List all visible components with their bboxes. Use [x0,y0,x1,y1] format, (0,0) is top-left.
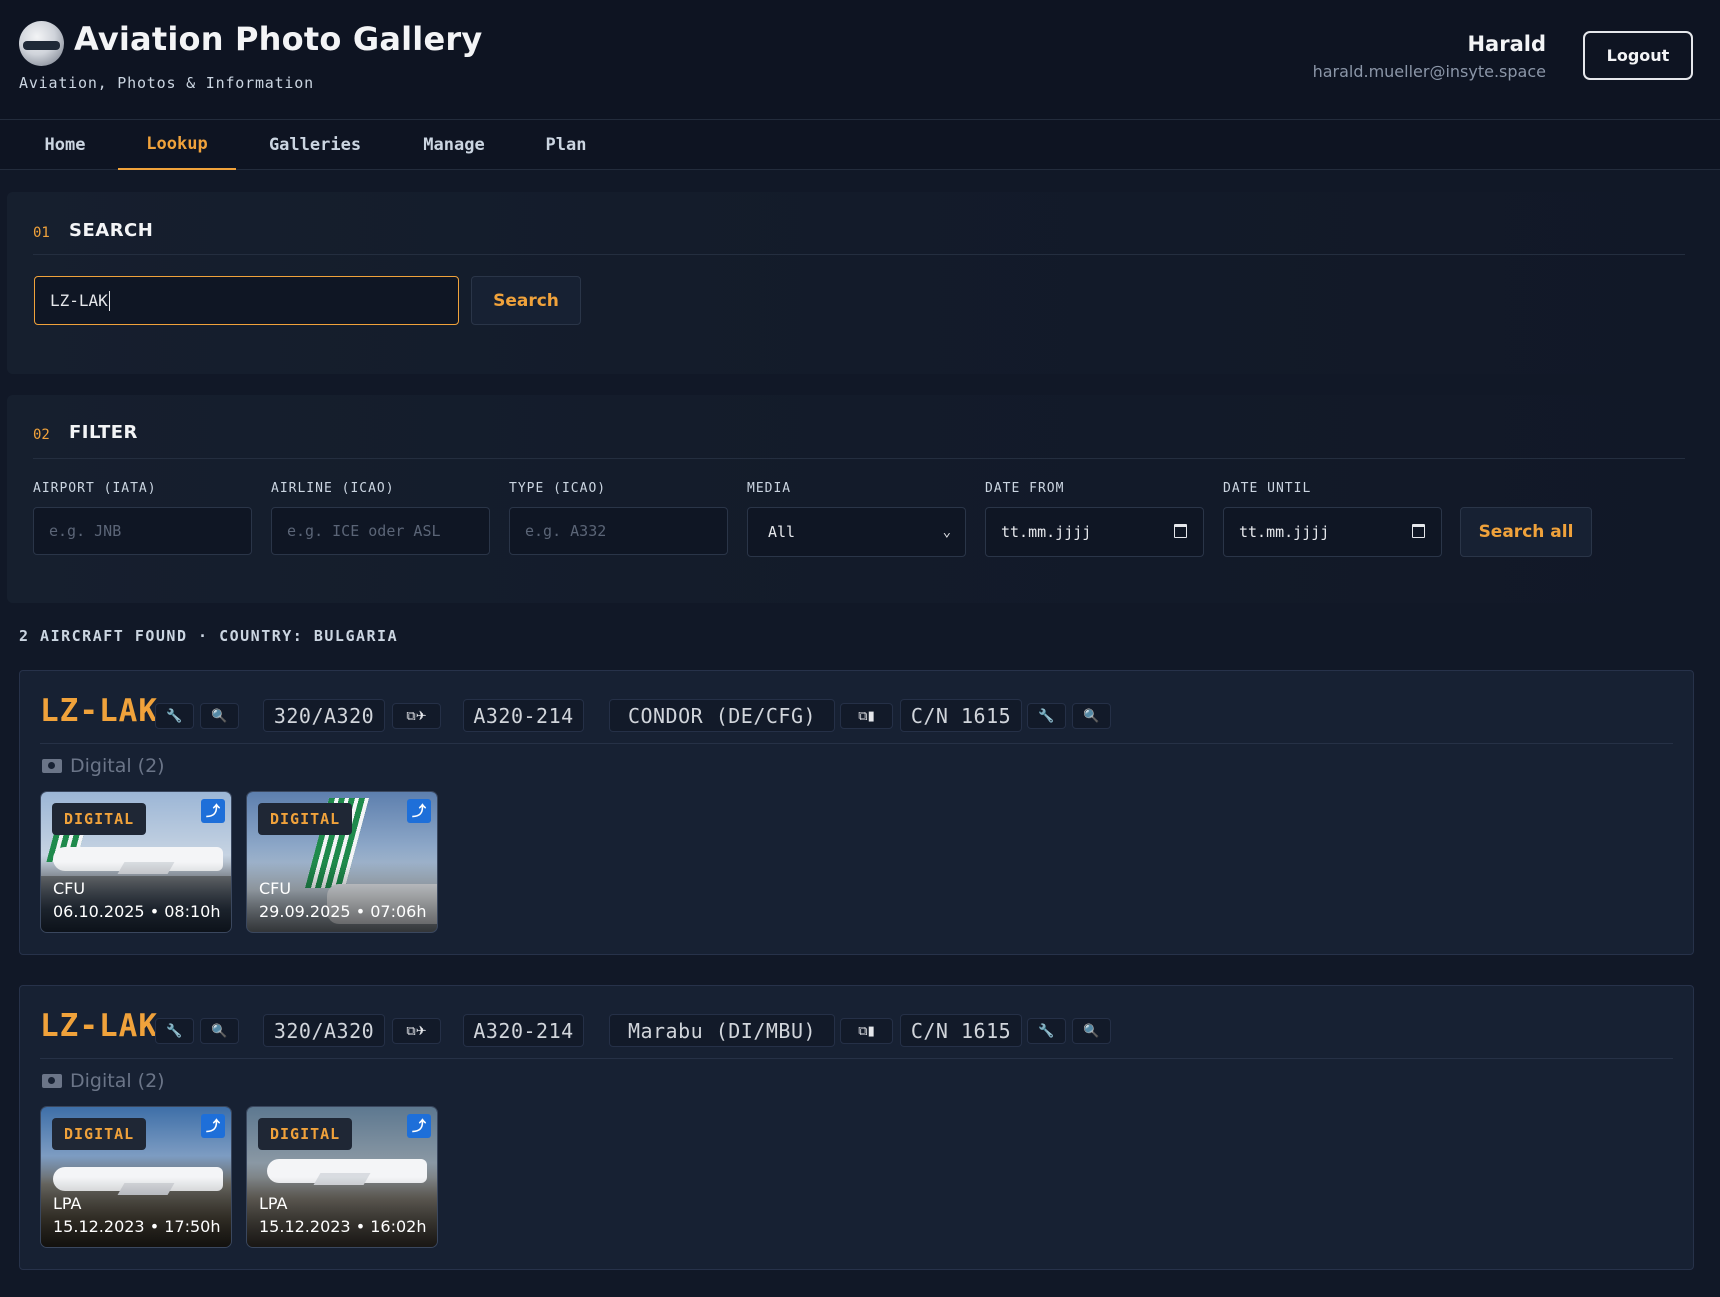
search-all-button[interactable]: Search all [1460,507,1592,557]
airport-label: AIRPORT (IATA) [33,481,157,496]
search-button[interactable]: Search [471,276,581,325]
date-until-label: DATE UNTIL [1223,481,1312,496]
user-email: harald.mueller@insyte.space [1312,62,1546,81]
date-until-field[interactable]: tt.mm.jjjj [1223,507,1442,557]
photo-airport: CFU [259,879,292,898]
airport-field[interactable]: e.g. JNB [33,507,252,555]
copy-building-icon[interactable]: ⧉▮ [840,703,893,729]
media-heading: Digital (2) [42,755,165,777]
aircraft-card: LZ-LAK 🔧 🔍 320/A320 ⧉✈ A320-214 Marabu (… [19,985,1694,1270]
airline-field[interactable]: e.g. ICE oder ASL [271,507,490,555]
search-icon[interactable]: 🔍 [200,703,239,729]
calendar-icon[interactable] [1174,524,1187,538]
search-section-title: SEARCH [69,220,154,241]
cn-chip: C/N 1615 [900,699,1022,732]
photo-thumbnail[interactable]: DIGITAL ⤴ CFU 29.09.2025 • 07:06h [246,791,438,933]
photo-airport: LPA [259,1194,288,1213]
operator-chip: CONDOR (DE/CFG) [609,699,835,732]
photo-datetime: 15.12.2023 • 16:02h [259,1217,427,1236]
tab-manage[interactable]: Manage [404,120,504,170]
tab-lookup[interactable]: Lookup [118,120,236,170]
cn-chip: C/N 1615 [900,1014,1022,1047]
text-caret [108,290,110,311]
wrench-icon[interactable]: 🔧 [1027,1018,1066,1044]
registration[interactable]: LZ-LAK [40,1008,158,1044]
type-code-chip: 320/A320 [263,1014,385,1047]
search-icon[interactable]: 🔍 [1072,703,1111,729]
share-icon[interactable]: ⤴ [201,799,225,823]
filter-panel: 02 FILTER AIRPORT (IATA) e.g. JNB AIRLIN… [7,395,1713,603]
search-icon[interactable]: 🔍 [200,1018,239,1044]
logout-button[interactable]: Logout [1583,31,1693,80]
tab-plan[interactable]: Plan [530,120,602,170]
media-select[interactable]: All ⌄ [747,507,966,557]
camera-icon [42,1074,62,1088]
divider [33,458,1685,459]
media-label: MEDIA [747,481,792,496]
filter-section-title: FILTER [69,422,138,443]
media-heading: Digital (2) [42,1070,165,1092]
tab-galleries[interactable]: Galleries [252,120,378,170]
filter-section-number: 02 [33,427,50,443]
main-nav: Home Lookup Galleries Manage Plan [0,120,1720,170]
search-icon[interactable]: 🔍 [1072,1018,1111,1044]
divider [40,1058,1673,1059]
app-logo-icon [19,21,64,66]
date-from-value: tt.mm.jjjj [1001,523,1092,541]
photo-thumbnail[interactable]: DIGITAL ⤴ LPA 15.12.2023 • 17:50h [40,1106,232,1248]
photo-datetime: 06.10.2025 • 08:10h [53,902,221,921]
date-until-value: tt.mm.jjjj [1239,523,1330,541]
app-subtitle: Aviation, Photos & Information [19,74,314,92]
photo-airport: CFU [53,879,86,898]
photo-airport: LPA [53,1194,82,1213]
share-icon[interactable]: ⤴ [201,1114,225,1138]
type-code-chip: 320/A320 [263,699,385,732]
date-from-field[interactable]: tt.mm.jjjj [985,507,1204,557]
operator-chip: Marabu (DI/MBU) [609,1014,835,1047]
tab-home[interactable]: Home [22,120,108,170]
model-chip: A320-214 [463,699,584,732]
wrench-icon[interactable]: 🔧 [1027,703,1066,729]
photo-thumbnail[interactable]: DIGITAL ⤴ LPA 15.12.2023 • 16:02h [246,1106,438,1248]
registration[interactable]: LZ-LAK [40,693,158,729]
media-type-badge: DIGITAL [258,1118,353,1150]
results-summary: 2 AIRCRAFT FOUND · COUNTRY: BULGARIA [19,627,399,645]
user-name: Harald [1467,32,1546,56]
media-heading-label: Digital (2) [70,755,165,777]
share-icon[interactable]: ⤴ [407,799,431,823]
photo-datetime: 29.09.2025 • 07:06h [259,902,427,921]
date-from-label: DATE FROM [985,481,1065,496]
search-section-number: 01 [33,225,50,241]
model-chip: A320-214 [463,1014,584,1047]
camera-icon [42,759,62,773]
copy-plane-icon[interactable]: ⧉✈ [392,703,441,729]
media-type-badge: DIGITAL [258,803,353,835]
app-title: Aviation Photo Gallery [74,20,483,58]
copy-building-icon[interactable]: ⧉▮ [840,1018,893,1044]
search-panel: 01 SEARCH LZ-LAK Search [7,192,1713,374]
chevron-down-icon: ⌄ [942,524,951,540]
type-field[interactable]: e.g. A332 [509,507,728,555]
wrench-icon[interactable]: 🔧 [155,1018,194,1044]
type-label: TYPE (ICAO) [509,481,607,496]
media-select-value: All [768,523,796,541]
search-input-value: LZ-LAK [50,291,108,310]
search-input[interactable]: LZ-LAK [34,276,459,325]
divider [40,743,1673,744]
wrench-icon[interactable]: 🔧 [155,703,194,729]
aircraft-card: LZ-LAK 🔧 🔍 320/A320 ⧉✈ A320-214 CONDOR (… [19,670,1694,955]
airline-label: AIRLINE (ICAO) [271,481,395,496]
app-header: Aviation Photo Gallery Aviation, Photos … [0,0,1720,120]
photo-datetime: 15.12.2023 • 17:50h [53,1217,221,1236]
calendar-icon[interactable] [1412,524,1425,538]
share-icon[interactable]: ⤴ [407,1114,431,1138]
copy-plane-icon[interactable]: ⧉✈ [392,1018,441,1044]
media-heading-label: Digital (2) [70,1070,165,1092]
photo-thumbnail[interactable]: DIGITAL ⤴ CFU 06.10.2025 • 08:10h [40,791,232,933]
media-type-badge: DIGITAL [52,1118,147,1150]
media-type-badge: DIGITAL [52,803,147,835]
divider [33,254,1685,255]
